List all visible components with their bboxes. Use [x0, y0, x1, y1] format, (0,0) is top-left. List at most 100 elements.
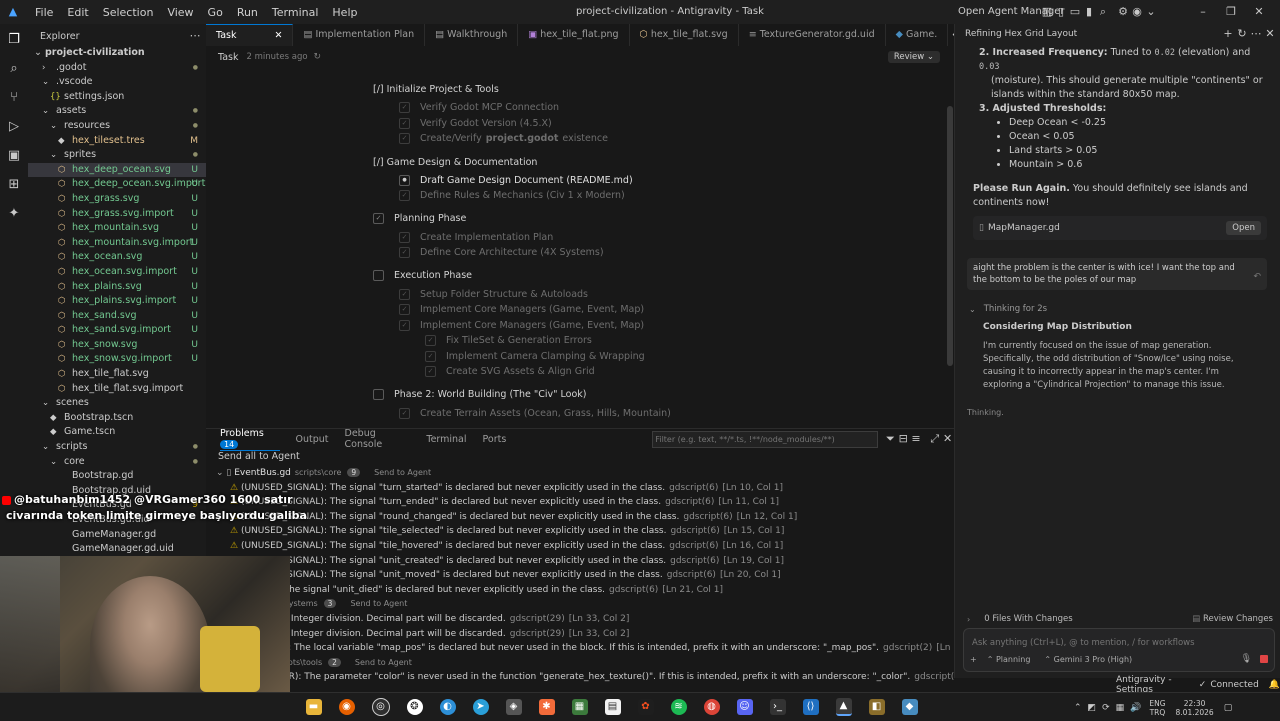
chevron-down-icon[interactable]: ⌄: [1144, 5, 1158, 19]
tree-item[interactable]: ⌄ core ●: [28, 455, 206, 470]
problem-row[interactable]: ⚠ (UNUSED_SIGNAL): The signal "unit_crea…: [216, 554, 954, 569]
search-icon[interactable]: ⌕: [1096, 5, 1110, 19]
antigravity-icon[interactable]: ▲: [835, 698, 852, 716]
app-icon[interactable]: ◧: [868, 699, 885, 715]
tree-item[interactable]: ⬡ hex_grass.svg U: [28, 192, 206, 207]
tree-item[interactable]: ⌄ resources ●: [28, 119, 206, 134]
notepad-icon[interactable]: ▤: [604, 699, 621, 715]
view-as-list-icon[interactable]: ≡: [910, 432, 923, 446]
checked-checkbox-icon[interactable]: ✓: [399, 102, 410, 113]
tab-hex-tile-flat-png[interactable]: ▣ hex_tile_flat.png: [518, 24, 630, 46]
tree-item[interactable]: ⬡ hex_ocean.svg U: [28, 250, 206, 265]
review-button[interactable]: Review ⌄: [887, 51, 940, 63]
status-connected[interactable]: Connected: [1210, 680, 1258, 690]
tree-item[interactable]: ⌄ scenes: [28, 396, 206, 411]
problem-row[interactable]: ⚠ (UNUSED_SIGNAL): The signal "round_cha…: [216, 510, 954, 525]
checked-checkbox-icon[interactable]: ✓: [425, 335, 436, 346]
edge-icon[interactable]: ◐: [439, 699, 456, 715]
tab-implementation-plan[interactable]: ▤ Implementation Plan: [293, 24, 426, 46]
tree-item[interactable]: ⌄ assets ●: [28, 104, 206, 119]
problem-file-group[interactable]: ⌄ ▯ r.gdscripts\systems3Send to Agent: [216, 597, 954, 612]
figma-app-icon[interactable]: ❂: [406, 699, 423, 715]
send-all-to-agent-button[interactable]: Send all to Agent: [206, 448, 954, 466]
problem-row[interactable]: ⚠ (UNUSED_SIGNAL): The signal "tile_sele…: [216, 524, 954, 539]
file-explorer-icon[interactable]: ▬: [305, 699, 322, 715]
tab-texture-generator-uid[interactable]: ≡ TextureGenerator.gd.uid: [739, 24, 886, 46]
close-tab-icon[interactable]: ✕: [275, 25, 283, 47]
tab-terminal[interactable]: Terminal: [426, 434, 466, 445]
menu-edit[interactable]: Edit: [67, 6, 88, 19]
checked-checkbox-icon[interactable]: ✓: [425, 350, 436, 362]
tree-item[interactable]: ⌄ .vscode: [28, 75, 206, 90]
telegram-icon[interactable]: ➤: [472, 699, 489, 715]
chat-input[interactable]: [970, 635, 1264, 650]
volume-icon[interactable]: 🔊: [1130, 703, 1141, 713]
tree-item[interactable]: GameManager.gd: [28, 528, 206, 543]
close-panel-icon[interactable]: ✕: [941, 432, 954, 446]
collapse-all-icon[interactable]: ⊟: [897, 432, 910, 446]
send-to-agent-button[interactable]: Send to Agent: [350, 599, 407, 608]
tree-item[interactable]: ⬡ hex_snow.svg U: [28, 338, 206, 353]
menu-terminal[interactable]: Terminal: [272, 6, 319, 19]
file-reference-card[interactable]: ▯ MapManager.gd Open: [973, 216, 1267, 240]
close-icon[interactable]: ✕: [1263, 27, 1277, 41]
toggle-secondary-sidebar-icon[interactable]: ▮: [1082, 5, 1096, 19]
tab-task[interactable]: Task ✕: [206, 23, 294, 47]
mode-dropdown[interactable]: ⌃ Planning: [987, 655, 1031, 664]
problem-row[interactable]: ⚠ (UNUSED_SIGNAL): The signal "turn_ende…: [216, 495, 954, 510]
problems-filter-input[interactable]: [652, 430, 878, 448]
checked-checkbox-icon[interactable]: ✓: [399, 247, 410, 258]
review-changes-button[interactable]: ▤ Review Changes: [1192, 614, 1273, 624]
settings-gear-icon[interactable]: ⚙: [1116, 5, 1130, 19]
inline-file-ref[interactable]: project.godot: [486, 133, 559, 144]
scrollbar[interactable]: [947, 106, 953, 366]
menu-selection[interactable]: Selection: [103, 6, 154, 19]
toggle-sidebar-icon[interactable]: ▯: [1054, 5, 1068, 19]
problem-file-group[interactable]: ⌄ ▯ rator.gdscripts\tools2Send to Agent: [216, 656, 954, 671]
tree-item[interactable]: ⬡ hex_deep_ocean.svg.import U: [28, 177, 206, 192]
clock[interactable]: 22:30 8.01.2026: [1176, 699, 1214, 717]
tab-game[interactable]: ◆ Game.: [886, 24, 949, 46]
problem-row[interactable]: ⚠ DIVISION): Integer division. Decimal p…: [216, 612, 954, 627]
menu-go[interactable]: Go: [208, 6, 223, 19]
tree-item[interactable]: ⬡ hex_mountain.svg.import U: [28, 236, 206, 251]
tree-item[interactable]: ⬡ hex_tile_flat.svg.import: [28, 382, 206, 397]
layout-icon[interactable]: ▥: [1040, 5, 1054, 19]
run-debug-icon[interactable]: ▷: [6, 119, 22, 135]
search-icon[interactable]: ⌕: [6, 61, 22, 77]
tree-item[interactable]: ⬡ hex_sand.svg U: [28, 309, 206, 324]
tree-item[interactable]: ⬡ hex_deep_ocean.svg U: [28, 162, 206, 178]
vscode-icon[interactable]: ⟨⟩: [802, 699, 819, 715]
problem-row[interactable]: ⚠ VARIABLE): The local variable "map_pos…: [216, 641, 997, 656]
tab-walkthrough[interactable]: ▤ Walkthrough: [425, 24, 519, 46]
tree-item[interactable]: ◆ hex_tileset.tres M: [28, 134, 206, 149]
tree-item[interactable]: {} settings.json: [28, 90, 206, 105]
more-actions-icon[interactable]: ⋯: [1249, 27, 1263, 41]
tree-item[interactable]: ⌄ sprites ●: [28, 148, 206, 163]
chevron-up-icon[interactable]: ⌃: [1074, 703, 1082, 713]
tree-item[interactable]: ⬡ hex_grass.svg.import U: [28, 207, 206, 222]
menu-help[interactable]: Help: [332, 6, 357, 19]
problem-row[interactable]: ⚠ DIVISION): Integer division. Decimal p…: [216, 627, 954, 642]
tree-item[interactable]: ⬡ hex_sand.svg.import U: [28, 323, 206, 338]
thinking-toggle[interactable]: ⌄ Thinking for 2s: [969, 304, 1280, 314]
agent-icon[interactable]: ✦: [6, 206, 22, 222]
checked-checkbox-icon[interactable]: ✓: [399, 288, 410, 300]
tree-item[interactable]: ⬡ hex_plains.svg U: [28, 280, 206, 295]
tab-hex-tile-flat-svg[interactable]: ⬡ hex_tile_flat.svg: [630, 24, 739, 46]
checked-checkbox-icon[interactable]: ✓: [399, 190, 410, 201]
remote-explorer-icon[interactable]: ▣: [6, 148, 22, 164]
checked-checkbox-icon[interactable]: ✓: [399, 319, 410, 331]
menu-run[interactable]: Run: [237, 6, 258, 19]
tab-ports[interactable]: Ports: [483, 434, 507, 445]
maximize-panel-icon[interactable]: ⤢: [928, 432, 941, 446]
menu-file[interactable]: File: [35, 6, 53, 19]
open-file-button[interactable]: Open: [1226, 221, 1261, 235]
send-to-agent-button[interactable]: Send to Agent: [374, 468, 431, 477]
terminal-icon[interactable]: ›_: [769, 699, 786, 715]
screen-tool-icon[interactable]: ✱: [538, 699, 555, 715]
problem-row[interactable]: ⚠ (UNUSED_SIGNAL): The signal "unit_move…: [216, 568, 954, 583]
tab-output[interactable]: Output: [296, 434, 329, 445]
godot-icon[interactable]: ◆: [901, 699, 918, 715]
checked-checkbox-icon[interactable]: ✓: [399, 133, 410, 144]
